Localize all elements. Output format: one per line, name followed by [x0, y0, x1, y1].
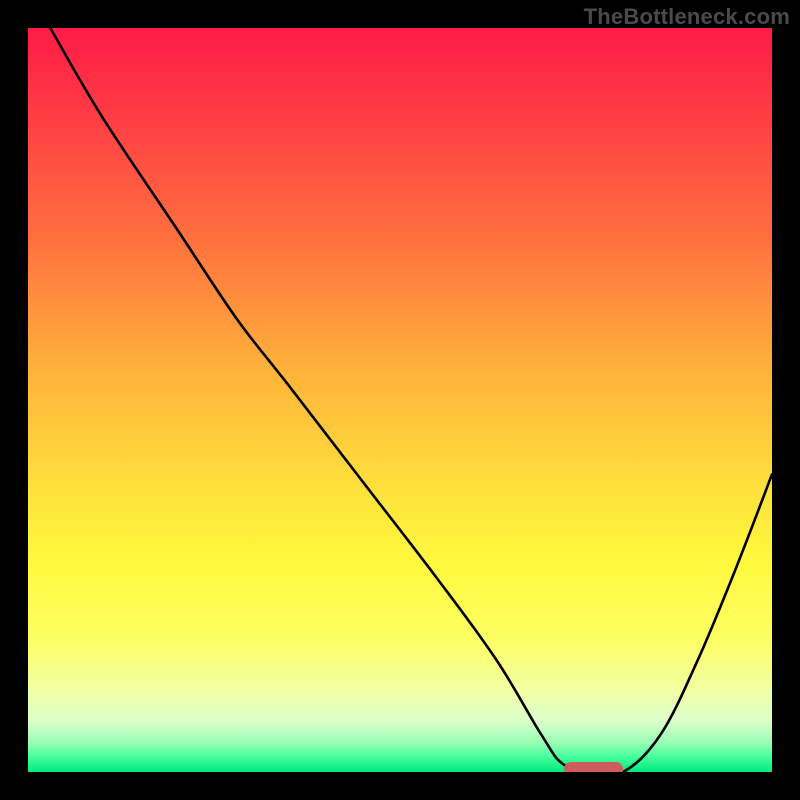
- plot-area: [28, 28, 772, 772]
- chart-frame: TheBottleneck.com: [0, 0, 800, 800]
- watermark-text: TheBottleneck.com: [584, 4, 790, 30]
- bottleneck-curve: [28, 28, 772, 772]
- curve-path: [50, 28, 772, 772]
- optimal-marker: [564, 762, 624, 772]
